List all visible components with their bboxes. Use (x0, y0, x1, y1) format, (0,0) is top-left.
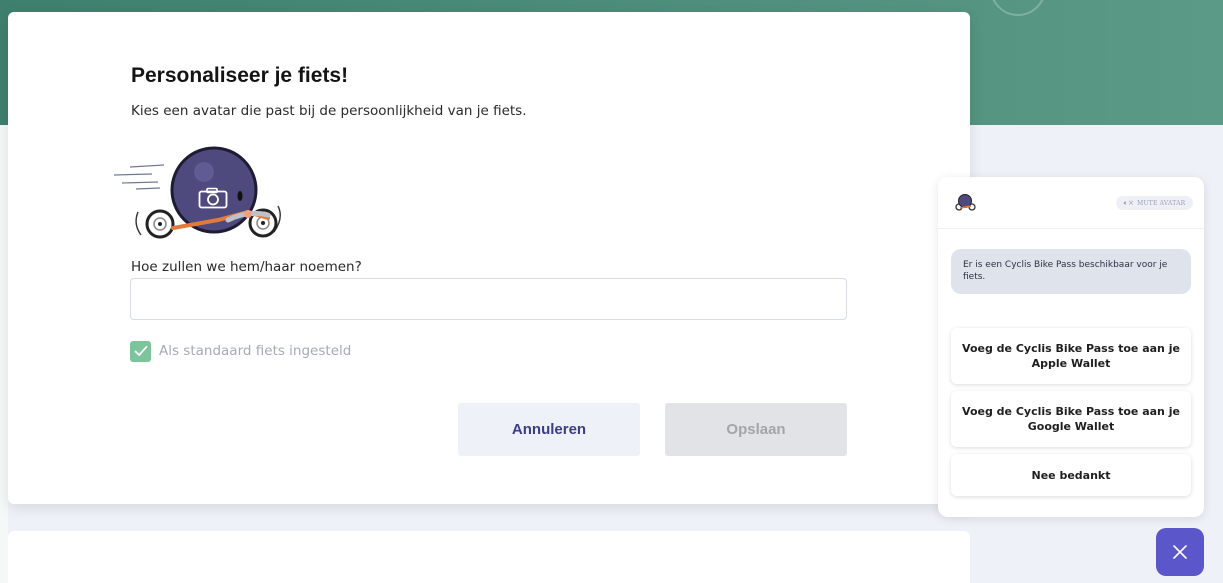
chat-message: Er is een Cyclis Bike Pass beschikbaar v… (951, 249, 1191, 294)
modal-subtitle: Kies een avatar die past bij de persoonl… (131, 103, 527, 119)
modal-title: Personaliseer je fiets! (131, 64, 349, 87)
bike-name-input[interactable] (130, 278, 847, 320)
close-chat-button[interactable] (1156, 528, 1204, 576)
mute-avatar-label: MUTE AVATAR (1137, 199, 1186, 207)
bike-name-label: Hoe zullen we hem/haar noemen? (131, 259, 362, 275)
cancel-button[interactable]: Annuleren (458, 403, 640, 456)
default-bike-checkbox[interactable] (130, 340, 151, 362)
speaker-muted-icon: 🔈︎× (1123, 198, 1135, 207)
bike-avatar-illustration (113, 146, 281, 239)
background-strip (0, 125, 8, 583)
chat-widget: 🔈︎× MUTE AVATAR Er is een Cyclis Bike Pa… (938, 177, 1204, 517)
bike-avatar-icon (955, 194, 976, 211)
camera-icon (198, 187, 228, 209)
default-bike-option[interactable]: Als standaard fiets ingesteld (130, 340, 351, 362)
default-bike-label: Als standaard fiets ingesteld (159, 343, 352, 359)
mute-avatar-button[interactable]: 🔈︎× MUTE AVATAR (1116, 196, 1193, 210)
personalize-bike-modal: Personaliseer je fiets! Kies een avatar … (8, 12, 970, 504)
bike-avatar-picker[interactable] (108, 140, 283, 240)
add-google-wallet-button[interactable]: Voeg de Cyclis Bike Pass toe aan je Goog… (951, 391, 1191, 447)
background-card (8, 531, 970, 583)
close-icon (1173, 545, 1187, 559)
checkmark-icon (134, 345, 147, 356)
add-apple-wallet-button[interactable]: Voeg de Cyclis Bike Pass toe aan je Appl… (951, 328, 1191, 384)
save-button[interactable]: Opslaan (665, 403, 847, 456)
chat-header: 🔈︎× MUTE AVATAR (938, 177, 1204, 229)
no-thanks-button[interactable]: Nee bedankt (951, 454, 1191, 496)
